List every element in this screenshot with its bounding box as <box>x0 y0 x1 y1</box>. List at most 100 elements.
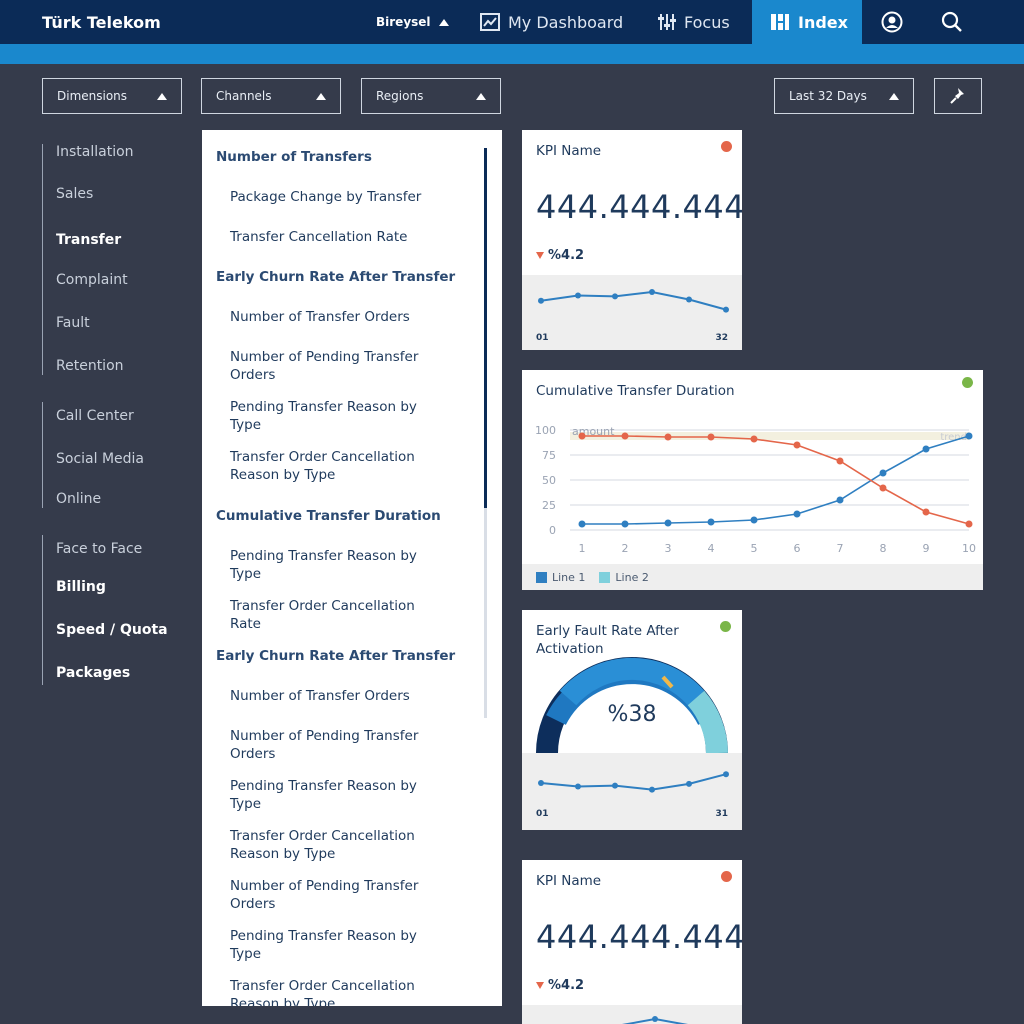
metric-item[interactable]: Transfer Order Cancellation Rate <box>230 597 440 633</box>
metric-heading[interactable]: Number of Transfers <box>216 148 372 166</box>
sparkline-line <box>540 290 727 311</box>
line-chart-card[interactable]: Cumulative Transfer Duration 0 25 50 75 100 1… <box>522 370 983 590</box>
x-tick-label: 9 <box>923 542 930 555</box>
metric-item[interactable]: Transfer Order Cancellation Reason by Ty… <box>230 448 440 484</box>
data-point <box>664 433 672 441</box>
pin-button[interactable] <box>934 78 982 114</box>
data-point <box>664 519 672 527</box>
kpi-delta: %4.2 <box>536 248 584 263</box>
caret-up-icon <box>476 92 486 100</box>
date-range-dropdown[interactable]: Last 32 Days <box>774 78 914 114</box>
sparkline-point <box>686 780 692 787</box>
sparkline-start-label: 01 <box>536 333 549 343</box>
category-complaint[interactable]: Complaint <box>56 272 128 288</box>
category-fault[interactable]: Fault <box>56 315 90 331</box>
metric-item[interactable]: Package Change by Transfer <box>230 188 440 206</box>
y-tick-label: 100 <box>535 424 556 437</box>
metric-item[interactable]: Pending Transfer Reason by Type <box>230 777 440 813</box>
sparkline-line <box>540 773 727 791</box>
category-packages[interactable]: Packages <box>56 665 130 681</box>
category-sales[interactable]: Sales <box>56 186 93 202</box>
caret-up-icon <box>157 92 167 100</box>
sparkline-area <box>522 1005 742 1024</box>
category-social-media[interactable]: Social Media <box>56 451 144 467</box>
metric-heading[interactable]: Early Churn Rate After Transfer <box>216 647 455 665</box>
metric-item[interactable]: Transfer Cancellation Rate <box>230 228 440 246</box>
sparkline-point <box>575 292 581 299</box>
kpi-card[interactable]: KPI Name 444.444.444 %4.2 01 32 <box>522 130 742 350</box>
kpi-card[interactable]: KPI Name 444.444.444 %4.2 <box>522 860 742 1024</box>
nav-my-dashboard[interactable]: My Dashboard <box>480 0 623 44</box>
nav-index[interactable]: Index <box>752 0 862 44</box>
metric-item[interactable]: Number of Transfer Orders <box>230 308 440 326</box>
data-point <box>621 432 629 440</box>
kpi-delta-value: %4.2 <box>548 978 585 993</box>
y-tick-label: 0 <box>549 524 556 537</box>
nav-focus-label: Focus <box>684 12 730 32</box>
data-point <box>836 496 844 504</box>
gauge-value: %38 <box>607 702 657 727</box>
data-point <box>922 508 930 516</box>
x-tick-label: 5 <box>751 542 758 555</box>
category-retention[interactable]: Retention <box>56 358 124 374</box>
x-tick-label: 10 <box>962 542 976 555</box>
category-online[interactable]: Online <box>56 491 101 507</box>
metric-item[interactable]: Transfer Order Cancellation Reason by Ty… <box>230 977 440 1006</box>
sparkline-point <box>612 782 618 789</box>
category-speed-quota[interactable]: Speed / Quota <box>56 622 168 638</box>
status-dot <box>721 871 732 882</box>
legend-item-line2[interactable]: Line 2 <box>599 571 649 584</box>
scrollbar-thumb[interactable] <box>484 148 487 508</box>
metric-item[interactable]: Number of Pending Transfer Orders <box>230 348 440 384</box>
search-button[interactable] <box>940 0 964 44</box>
metric-item[interactable]: Transfer Order Cancellation Reason by Ty… <box>230 827 440 863</box>
metric-item[interactable]: Number of Pending Transfer Orders <box>230 727 440 763</box>
sparkline-area: 01 32 <box>522 275 742 350</box>
accent-stripe <box>0 44 1024 64</box>
regions-label: Regions <box>376 89 424 103</box>
sparkline-point <box>538 297 544 304</box>
kpi-card-title: KPI Name <box>536 143 602 159</box>
sparkline-point <box>686 296 692 303</box>
regions-dropdown[interactable]: Regions <box>361 78 501 114</box>
segment-label: Bireysel <box>376 15 431 29</box>
category-group-channels: Call Center Social Media Online <box>42 402 144 508</box>
sparkline-area: 01 31 <box>522 755 742 830</box>
category-billing[interactable]: Billing <box>56 579 106 595</box>
sparkline-end-label: 32 <box>715 333 728 343</box>
sparkline-chart <box>538 771 729 793</box>
gauge-chart <box>522 657 742 755</box>
legend-item-line1[interactable]: Line 1 <box>536 571 585 584</box>
metric-item[interactable]: Pending Transfer Reason by Type <box>230 927 440 963</box>
metric-item[interactable]: Number of Pending Transfer Orders <box>230 877 440 913</box>
sparkline-point <box>649 786 655 793</box>
sparkline-point <box>723 306 729 313</box>
brand-logo[interactable]: Türk Telekom <box>42 13 161 32</box>
down-arrow-icon <box>536 252 544 259</box>
category-face-to-face[interactable]: Face to Face <box>56 541 142 557</box>
sparkline-end-label: 31 <box>715 809 728 819</box>
data-point <box>793 441 801 449</box>
dimensions-dropdown[interactable]: Dimensions <box>42 78 182 114</box>
metric-heading[interactable]: Early Churn Rate After Transfer <box>216 268 455 286</box>
metric-item[interactable]: Pending Transfer Reason by Type <box>230 398 440 434</box>
category-installation[interactable]: Installation <box>56 144 134 160</box>
segment-selector[interactable]: Bireysel <box>376 15 449 29</box>
metric-item[interactable]: Number of Transfer Orders <box>230 687 440 705</box>
category-transfer[interactable]: Transfer <box>56 232 121 248</box>
sparkline-point <box>723 771 729 778</box>
channels-dropdown[interactable]: Channels <box>201 78 341 114</box>
metric-heading[interactable]: Cumulative Transfer Duration <box>216 507 441 525</box>
caret-up-icon <box>438 18 449 26</box>
nav-focus[interactable]: Focus <box>658 0 730 44</box>
data-point <box>707 433 715 441</box>
user-profile-button[interactable] <box>880 0 904 44</box>
gauge-card[interactable]: Early Fault Rate After Activation %38 01… <box>522 610 742 830</box>
metric-item[interactable]: Pending Transfer Reason by Type <box>230 547 440 583</box>
category-call-center[interactable]: Call Center <box>56 408 134 424</box>
metric-list-panel: Number of Transfers Package Change by Tr… <box>202 130 502 1006</box>
y-tick-label: 75 <box>542 449 556 462</box>
x-tick-label: 1 <box>579 542 586 555</box>
status-dot <box>721 141 732 152</box>
data-point <box>793 510 801 518</box>
